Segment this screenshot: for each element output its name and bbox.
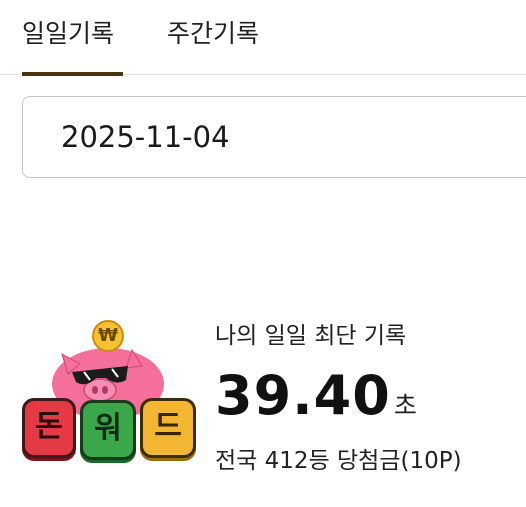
logo-tile-deu-text: 드 bbox=[154, 409, 182, 444]
record-rank: 전국 412등 당첨금(10P) bbox=[215, 448, 462, 474]
daily-best-record: 나의 일일 최단 기록 39.40 초 전국 412등 당첨금(10P) bbox=[215, 318, 525, 478]
record-time-row: 39.40 초 bbox=[215, 364, 525, 428]
date-picker-field[interactable]: 2025-11-04 bbox=[22, 96, 526, 178]
logo-tile-deu: 드 bbox=[140, 398, 196, 458]
coin-symbol: ₩ bbox=[98, 325, 118, 346]
active-tab-indicator bbox=[22, 72, 123, 76]
record-time: 39.40 bbox=[215, 364, 391, 427]
logo-tile-don: 돈 bbox=[22, 398, 76, 458]
date-value: 2025-11-04 bbox=[61, 120, 230, 154]
tab-weekly-record-label: 주간기록 bbox=[167, 19, 260, 48]
logo-tile-wo: 워 bbox=[80, 400, 136, 460]
record-time-unit: 초 bbox=[393, 391, 417, 420]
tab-weekly-record[interactable]: 주간기록 bbox=[167, 0, 277, 74]
coin-icon: ₩ bbox=[92, 320, 124, 352]
logo-tile-don-text: 돈 bbox=[35, 409, 63, 444]
donword-logo: ₩ 돈 워 드 bbox=[20, 316, 200, 466]
tab-bar: 일일기록 주간기록 bbox=[0, 0, 526, 76]
record-label: 나의 일일 최단 기록 bbox=[215, 323, 407, 349]
tab-daily-record[interactable]: 일일기록 bbox=[22, 0, 123, 76]
tab-daily-record-label: 일일기록 bbox=[22, 19, 115, 48]
logo-tile-wo-text: 워 bbox=[94, 411, 122, 446]
